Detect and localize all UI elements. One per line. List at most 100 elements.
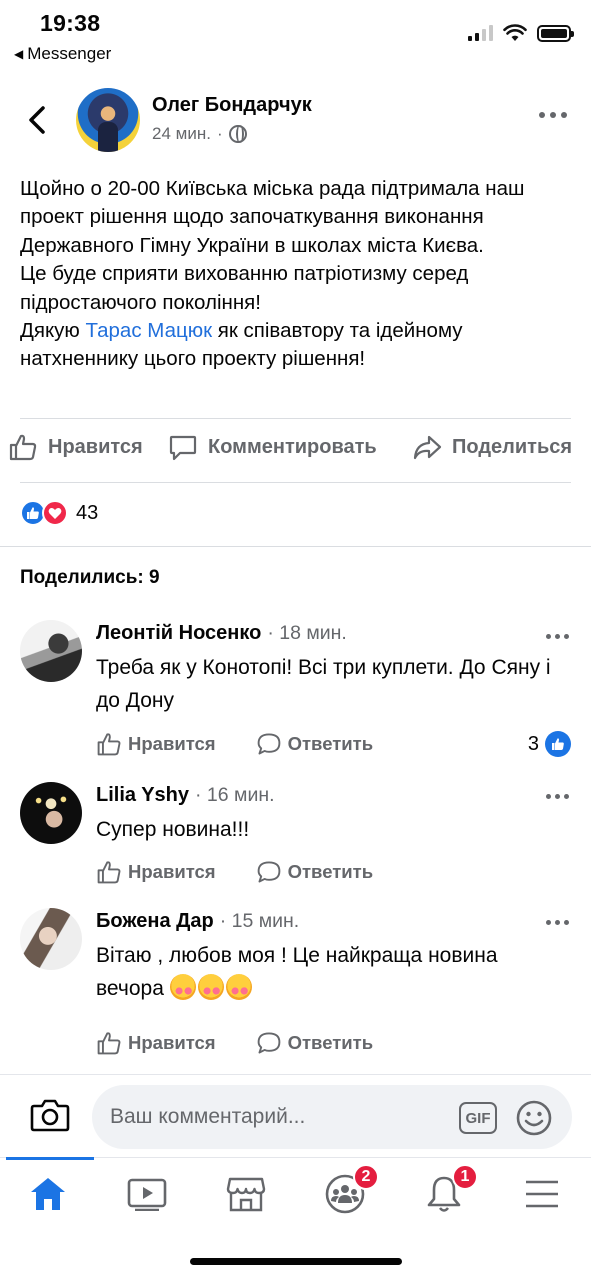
comment-reply-label: Ответить bbox=[287, 733, 374, 754]
comment-text: Вітаю , любов моя ! Це найкраща новина в… bbox=[96, 944, 498, 1000]
gif-icon[interactable]: GIF bbox=[459, 1102, 497, 1134]
comment-icon bbox=[257, 861, 280, 883]
comment-reaction-count: 3 bbox=[527, 732, 539, 755]
comment-body: Божена Дар · 15 мин. Вітаю , любов моя ! … bbox=[96, 910, 566, 1005]
status-icons bbox=[468, 24, 574, 42]
chevron-left-icon[interactable] bbox=[26, 104, 50, 136]
marketplace-icon bbox=[226, 1177, 266, 1212]
share-button[interactable]: Поделиться bbox=[412, 432, 572, 462]
commenter-name[interactable]: Lilia Yshy bbox=[96, 784, 189, 807]
comment-reply-label: Ответить bbox=[287, 1032, 374, 1053]
author-avatar[interactable] bbox=[76, 88, 140, 152]
comment-more-icon[interactable] bbox=[546, 634, 569, 639]
nav-menu[interactable] bbox=[520, 1172, 564, 1216]
commenter-avatar[interactable] bbox=[20, 908, 82, 970]
share-label: Поделиться bbox=[452, 435, 573, 458]
comment-text-container: Вітаю , любов моя ! Це найкраща новина в… bbox=[96, 939, 566, 1005]
globe-icon bbox=[228, 125, 247, 143]
wifi-icon bbox=[503, 24, 527, 41]
post-action-bar: Нравится Комментировать Поделиться bbox=[0, 432, 591, 472]
comment-reaction-summary[interactable]: 3 bbox=[528, 731, 571, 757]
commenter-avatar[interactable] bbox=[20, 782, 82, 844]
like-label: Нравится bbox=[48, 435, 143, 458]
comment-button[interactable]: Комментировать bbox=[168, 432, 377, 462]
nav-marketplace[interactable] bbox=[224, 1172, 268, 1216]
comment-time: · 18 мин. bbox=[267, 622, 347, 644]
comment-time: · 16 мин. bbox=[195, 784, 275, 806]
comment-body: Леонтій Носенко · 18 мин. Треба як у Коно… bbox=[96, 622, 566, 717]
home-icon bbox=[31, 1178, 65, 1210]
back-triangle-icon: ◀ bbox=[14, 47, 24, 61]
love-reaction-icon bbox=[42, 500, 68, 526]
more-icon[interactable] bbox=[539, 112, 567, 118]
bottom-navigation: 2 1 bbox=[0, 1157, 591, 1232]
comment-text: Треба як у Конотопі! Всі три куплети. До… bbox=[96, 656, 551, 712]
nav-watch[interactable] bbox=[125, 1172, 169, 1216]
comment-icon bbox=[169, 435, 197, 461]
commenter-name[interactable]: Божена Дар bbox=[96, 910, 214, 933]
reaction-summary[interactable]: 43 bbox=[20, 500, 98, 526]
comment-time: · 15 мин. bbox=[219, 910, 300, 932]
divider bbox=[20, 418, 571, 419]
menu-icon bbox=[526, 1180, 558, 1208]
nav-home[interactable] bbox=[26, 1172, 70, 1216]
divider bbox=[20, 482, 571, 483]
status-bar: 19:38 ◀ Messenger bbox=[0, 0, 591, 70]
commenter-name[interactable]: Леонтій Носенко bbox=[96, 622, 261, 645]
comment-like-button[interactable]: Нравится bbox=[96, 859, 216, 885]
comment-composer: GIF bbox=[0, 1074, 591, 1156]
share-icon bbox=[413, 435, 442, 460]
comment-reply-button[interactable]: Ответить bbox=[256, 731, 374, 757]
like-button[interactable]: Нравится bbox=[8, 432, 143, 462]
author-name[interactable]: Олег Бондарчук bbox=[152, 94, 312, 117]
post-text-start: Щойно о 20-00 Київська міська рада підтр… bbox=[20, 177, 525, 343]
reaction-count: 43 bbox=[76, 501, 99, 524]
comment-icon bbox=[257, 733, 280, 755]
like-reaction-icon bbox=[545, 731, 571, 757]
comment-more-icon[interactable] bbox=[546, 920, 569, 925]
comment-text: Супер новина!!! bbox=[96, 818, 250, 841]
comment-like-label: Нравится bbox=[128, 861, 216, 882]
thumbs-up-icon bbox=[97, 861, 121, 884]
post-text: Щойно о 20-00 Київська міська рада підтр… bbox=[20, 175, 575, 374]
thumbs-up-icon bbox=[97, 1032, 121, 1055]
home-indicator bbox=[190, 1258, 402, 1265]
back-to-messenger[interactable]: ◀ Messenger bbox=[14, 44, 111, 64]
meta-separator: · bbox=[216, 124, 223, 143]
comment-actions: Нравится Ответить bbox=[96, 731, 373, 757]
comment-input[interactable] bbox=[92, 1085, 572, 1149]
active-tab-indicator bbox=[6, 1157, 94, 1160]
nav-groups[interactable]: 2 bbox=[323, 1164, 379, 1216]
comment-actions: Нравится Ответить bbox=[96, 859, 373, 885]
battery-icon bbox=[537, 24, 574, 42]
comment-reply-button[interactable]: Ответить bbox=[256, 1030, 374, 1056]
thumbs-up-icon bbox=[97, 733, 121, 756]
comment-like-button[interactable]: Нравится bbox=[96, 1030, 216, 1056]
shares-count[interactable]: Поделились: 9 bbox=[20, 567, 160, 589]
nav-notifications[interactable]: 1 bbox=[422, 1164, 478, 1216]
comment-like-button[interactable]: Нравится bbox=[96, 731, 216, 757]
cellular-signal-icon bbox=[468, 25, 493, 41]
back-app-label: Messenger bbox=[27, 44, 112, 63]
thumbs-up-icon bbox=[9, 434, 37, 461]
comment-body: Lilia Yshy · 16 мин. Супер новина!!! bbox=[96, 784, 566, 846]
post-meta: 24 мин. · bbox=[152, 124, 247, 144]
smiling-face-with-hearts-emoji bbox=[225, 974, 252, 1000]
smiley-icon[interactable] bbox=[515, 1099, 553, 1137]
comment-like-label: Нравится bbox=[128, 1032, 216, 1053]
comment-reply-label: Ответить bbox=[287, 861, 374, 882]
post-header: Олег Бондарчук 24 мин. · bbox=[0, 82, 591, 162]
camera-icon[interactable] bbox=[30, 1097, 70, 1133]
comment-actions: Нравится Ответить bbox=[96, 1030, 373, 1056]
status-time: 19:38 bbox=[40, 10, 101, 36]
smiling-face-with-hearts-emoji bbox=[197, 974, 224, 1000]
post-time[interactable]: 24 мин. bbox=[152, 124, 211, 144]
comment-label: Комментировать bbox=[208, 435, 377, 458]
comment-reply-button[interactable]: Ответить bbox=[256, 859, 374, 885]
notifications-badge: 1 bbox=[452, 1164, 478, 1190]
comment-icon bbox=[257, 1032, 280, 1054]
comment-more-icon[interactable] bbox=[546, 794, 569, 799]
mention-link[interactable]: Тарас Мацюк bbox=[86, 319, 213, 342]
commenter-avatar[interactable] bbox=[20, 620, 82, 682]
groups-badge: 2 bbox=[353, 1164, 379, 1190]
